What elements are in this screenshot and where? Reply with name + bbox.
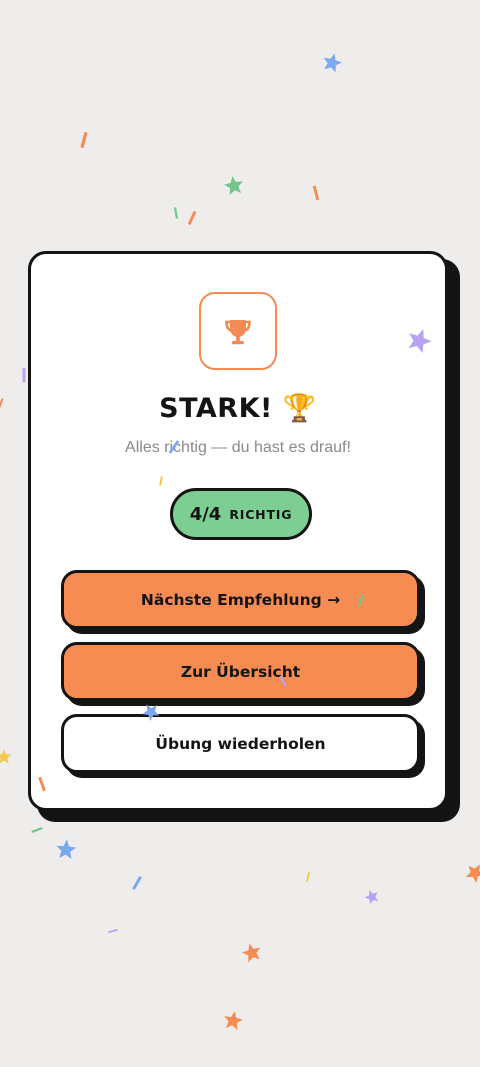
confetti-piece bbox=[305, 872, 311, 882]
confetti-star bbox=[320, 50, 344, 74]
next-recommendation-button[interactable]: Nächste Empfehlung → bbox=[61, 570, 420, 629]
result-subtitle: Alles richtig — du hast es drauf! bbox=[125, 439, 351, 456]
confetti-star bbox=[55, 838, 77, 860]
overview-button[interactable]: Zur Übersicht bbox=[61, 642, 420, 701]
confetti-piece bbox=[312, 185, 320, 201]
trophy-badge bbox=[199, 292, 277, 370]
overview-wrap: Zur Übersicht bbox=[61, 642, 425, 706]
score-badge: 4/4 RICHTIG bbox=[170, 488, 312, 540]
next-recommendation-wrap: Nächste Empfehlung → bbox=[61, 570, 425, 634]
confetti-piece bbox=[80, 131, 88, 149]
confetti-piece bbox=[31, 827, 43, 833]
result-card: STARK! 🏆 Alles richtig — du hast es drau… bbox=[28, 251, 448, 811]
confetti-star bbox=[222, 174, 245, 196]
confetti-star bbox=[0, 749, 12, 764]
confetti-piece bbox=[22, 367, 26, 383]
confetti-star bbox=[462, 859, 480, 885]
score-label: RICHTIG bbox=[229, 506, 293, 522]
result-title: STARK! 🏆 bbox=[159, 393, 317, 424]
confetti-piece bbox=[108, 928, 118, 934]
confetti-piece bbox=[173, 207, 179, 219]
repeat-exercise-wrap: Übung wiederholen bbox=[61, 714, 425, 778]
confetti-piece bbox=[187, 210, 197, 226]
confetti-star bbox=[222, 1009, 245, 1031]
trophy-icon bbox=[225, 320, 251, 345]
confetti-star bbox=[240, 940, 264, 964]
score-value: 4/4 bbox=[189, 503, 222, 525]
confetti-piece bbox=[132, 876, 142, 890]
confetti-piece bbox=[0, 398, 4, 408]
repeat-exercise-button[interactable]: Übung wiederholen bbox=[61, 714, 420, 773]
confetti-star bbox=[362, 886, 383, 907]
